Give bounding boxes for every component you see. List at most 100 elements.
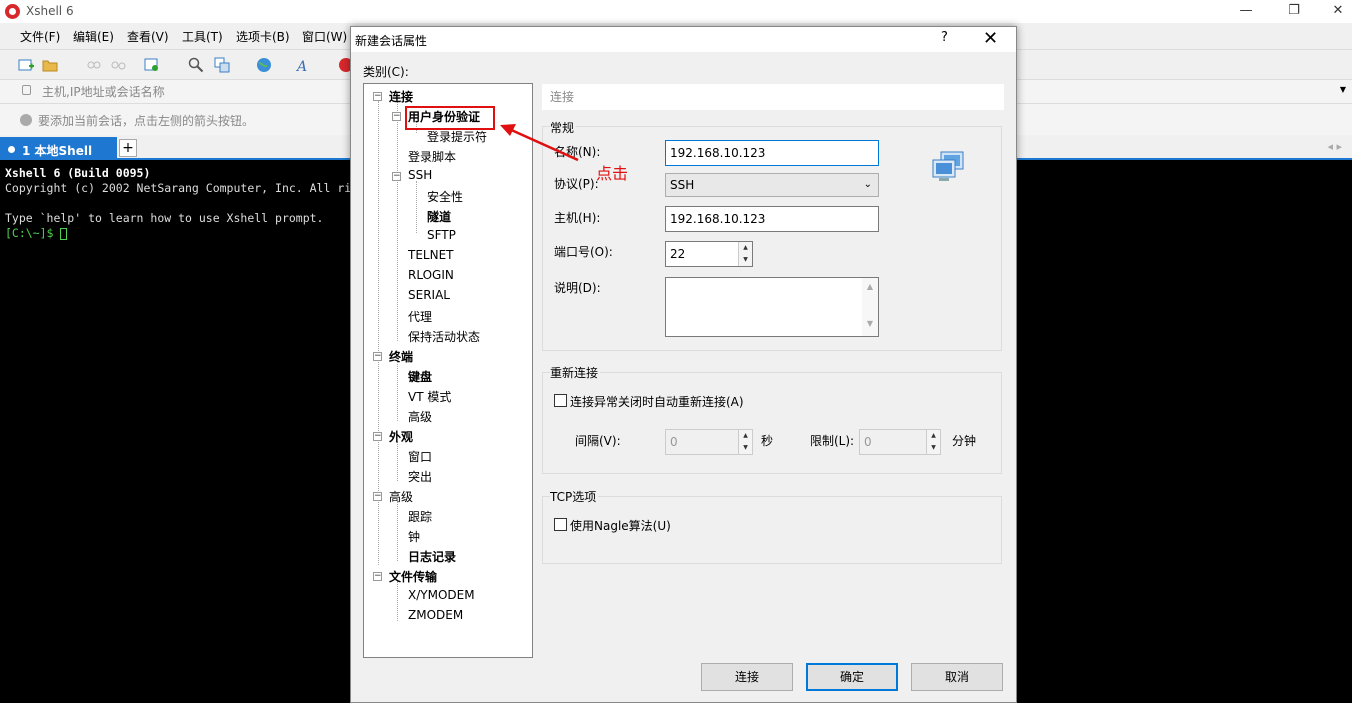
new-session-icon[interactable] xyxy=(18,57,34,73)
collapse-icon[interactable]: − xyxy=(373,432,382,441)
panel-header: 连接 xyxy=(542,84,1004,110)
spin-up-icon[interactable]: ▲ xyxy=(738,430,752,442)
nagle-label[interactable]: 使用Nagle算法(U) xyxy=(570,517,671,534)
svg-text:A: A xyxy=(296,59,307,73)
tree-item-ssh[interactable]: SSH xyxy=(408,168,432,182)
limit-spinner[interactable]: 0 ▲ ▼ xyxy=(859,429,941,455)
tree-item-security[interactable]: 安全性 xyxy=(427,188,463,205)
collapse-icon[interactable]: − xyxy=(392,112,401,121)
tree-item-login-prompts[interactable]: 登录提示符 xyxy=(427,128,487,145)
host-input[interactable]: 192.168.10.123 xyxy=(665,206,879,232)
category-label: 类别(C): xyxy=(363,65,409,79)
tree-item-keyboard[interactable]: 键盘 xyxy=(408,368,432,385)
nagle-checkbox[interactable] xyxy=(554,518,567,531)
host-label: 主机(H): xyxy=(554,211,601,225)
maximize-button[interactable]: ❐ xyxy=(1274,2,1314,20)
menu-file[interactable]: 文件(F) xyxy=(20,28,60,45)
connect-button[interactable]: 连接 xyxy=(701,663,793,691)
tree-item-window[interactable]: 窗口 xyxy=(408,448,432,465)
spin-up-icon[interactable]: ▲ xyxy=(738,242,752,254)
tree-guide xyxy=(397,361,398,421)
menu-tools[interactable]: 工具(T) xyxy=(182,28,223,45)
help-button[interactable]: ? xyxy=(941,30,948,45)
protocol-value: SSH xyxy=(670,178,695,192)
tab-nav-arrows[interactable]: ◂ ▸ xyxy=(1327,140,1342,153)
port-spinner[interactable]: 22 ▲ ▼ xyxy=(665,241,753,267)
tree-item-vt-modes[interactable]: VT 模式 xyxy=(408,388,451,405)
description-scrollbar[interactable]: ▲ ▼ xyxy=(862,278,878,336)
collapse-icon[interactable]: − xyxy=(373,492,382,501)
tree-item-rlogin[interactable]: RLOGIN xyxy=(408,268,454,282)
hint-text: 要添加当前会话，点击左侧的箭头按钮。 xyxy=(38,114,255,128)
tree-item-appearance[interactable]: 外观 xyxy=(389,428,413,445)
limit-unit: 分钟 xyxy=(952,434,977,448)
tree-item-bell[interactable]: 钟 xyxy=(408,528,420,545)
port-label: 端口号(O): xyxy=(554,245,613,259)
tree-item-keep-alive[interactable]: 保持活动状态 xyxy=(408,328,480,345)
tree-guide xyxy=(397,581,398,621)
terminal-line: Copyright (c) 2002 NetSarang Computer, I… xyxy=(5,181,352,195)
auto-reconnect-label[interactable]: 连接异常关闭时自动重新连接(A) xyxy=(570,393,744,410)
tree-item-xymodem[interactable]: X/YMODEM xyxy=(408,588,475,602)
annotation-highlight-box xyxy=(405,106,495,130)
tree-item-advanced[interactable]: 高级 xyxy=(389,488,413,505)
interval-value: 0 xyxy=(670,435,678,449)
cancel-button[interactable]: 取消 xyxy=(911,663,1003,691)
terminal-line: Xshell 6 (Build 0095) xyxy=(5,166,151,180)
protocol-label: 协议(P): xyxy=(554,177,599,191)
search-icon[interactable] xyxy=(188,57,204,73)
tree-item-telnet[interactable]: TELNET xyxy=(408,248,454,262)
add-tab-button[interactable]: + xyxy=(119,139,137,157)
font-icon[interactable]: A xyxy=(296,57,312,73)
spin-down-icon[interactable]: ▼ xyxy=(926,442,940,454)
port-value: 22 xyxy=(670,247,686,261)
menu-edit[interactable]: 编辑(E) xyxy=(73,28,114,45)
tree-item-zmodem[interactable]: ZMODEM xyxy=(408,608,463,622)
chevron-down-icon: ⌄ xyxy=(863,179,872,190)
collapse-icon[interactable]: − xyxy=(373,572,382,581)
transfer-icon[interactable] xyxy=(214,57,230,73)
tab-local-shell[interactable]: 1 本地Shell xyxy=(0,137,117,160)
auto-reconnect-checkbox[interactable] xyxy=(554,394,567,407)
tree-item-connection[interactable]: 连接 xyxy=(389,88,413,105)
tree-item-login-scripts[interactable]: 登录脚本 xyxy=(408,148,456,165)
collapse-icon[interactable]: − xyxy=(373,352,382,361)
tree-item-logging[interactable]: 日志记录 xyxy=(408,548,456,565)
unlink-icon[interactable] xyxy=(110,57,126,73)
collapse-icon[interactable]: − xyxy=(373,92,382,101)
menu-window[interactable]: 窗口(W) xyxy=(302,28,347,45)
ok-button[interactable]: 确定 xyxy=(806,663,898,691)
collapse-icon[interactable]: − xyxy=(392,172,401,181)
tree-item-tunneling[interactable]: 隧道 xyxy=(427,208,451,225)
tree-item-proxy[interactable]: 代理 xyxy=(408,308,432,325)
menu-view[interactable]: 查看(V) xyxy=(127,28,169,45)
menu-tabs[interactable]: 选项卡(B) xyxy=(236,28,290,45)
interval-spinner[interactable]: 0 ▲ ▼ xyxy=(665,429,753,455)
open-folder-icon[interactable] xyxy=(42,57,58,73)
spin-down-icon[interactable]: ▼ xyxy=(738,442,752,454)
close-button[interactable]: ✕ xyxy=(1318,2,1352,20)
session-computer-icon xyxy=(932,151,964,181)
arrow-icon[interactable] xyxy=(20,114,32,126)
properties-icon[interactable] xyxy=(144,57,160,73)
tree-item-terminal-advanced[interactable]: 高级 xyxy=(408,408,432,425)
protocol-select[interactable]: SSH ⌄ xyxy=(665,173,879,197)
description-label: 说明(D): xyxy=(554,281,601,295)
tree-item-file-transfer[interactable]: 文件传输 xyxy=(389,568,437,585)
description-textarea[interactable]: ▲ ▼ xyxy=(665,277,879,337)
tree-item-trace[interactable]: 跟踪 xyxy=(408,508,432,525)
address-dropdown-icon[interactable]: ▼ xyxy=(1340,85,1346,94)
tree-item-highlight[interactable]: 突出 xyxy=(408,468,432,485)
tree-item-serial[interactable]: SERIAL xyxy=(408,288,450,302)
tree-item-sftp[interactable]: SFTP xyxy=(427,228,456,242)
tree-item-terminal[interactable]: 终端 xyxy=(389,348,413,365)
dialog-close-button[interactable]: ✕ xyxy=(983,28,998,50)
globe-icon[interactable] xyxy=(256,57,272,73)
general-group-label: 常规 xyxy=(550,119,577,136)
limit-label: 限制(L): xyxy=(810,434,855,448)
minimize-button[interactable]: — xyxy=(1226,2,1266,20)
name-input[interactable]: 192.168.10.123 xyxy=(665,140,879,166)
spin-down-icon[interactable]: ▼ xyxy=(738,254,752,266)
link-icon[interactable] xyxy=(86,57,102,73)
spin-up-icon[interactable]: ▲ xyxy=(926,430,940,442)
